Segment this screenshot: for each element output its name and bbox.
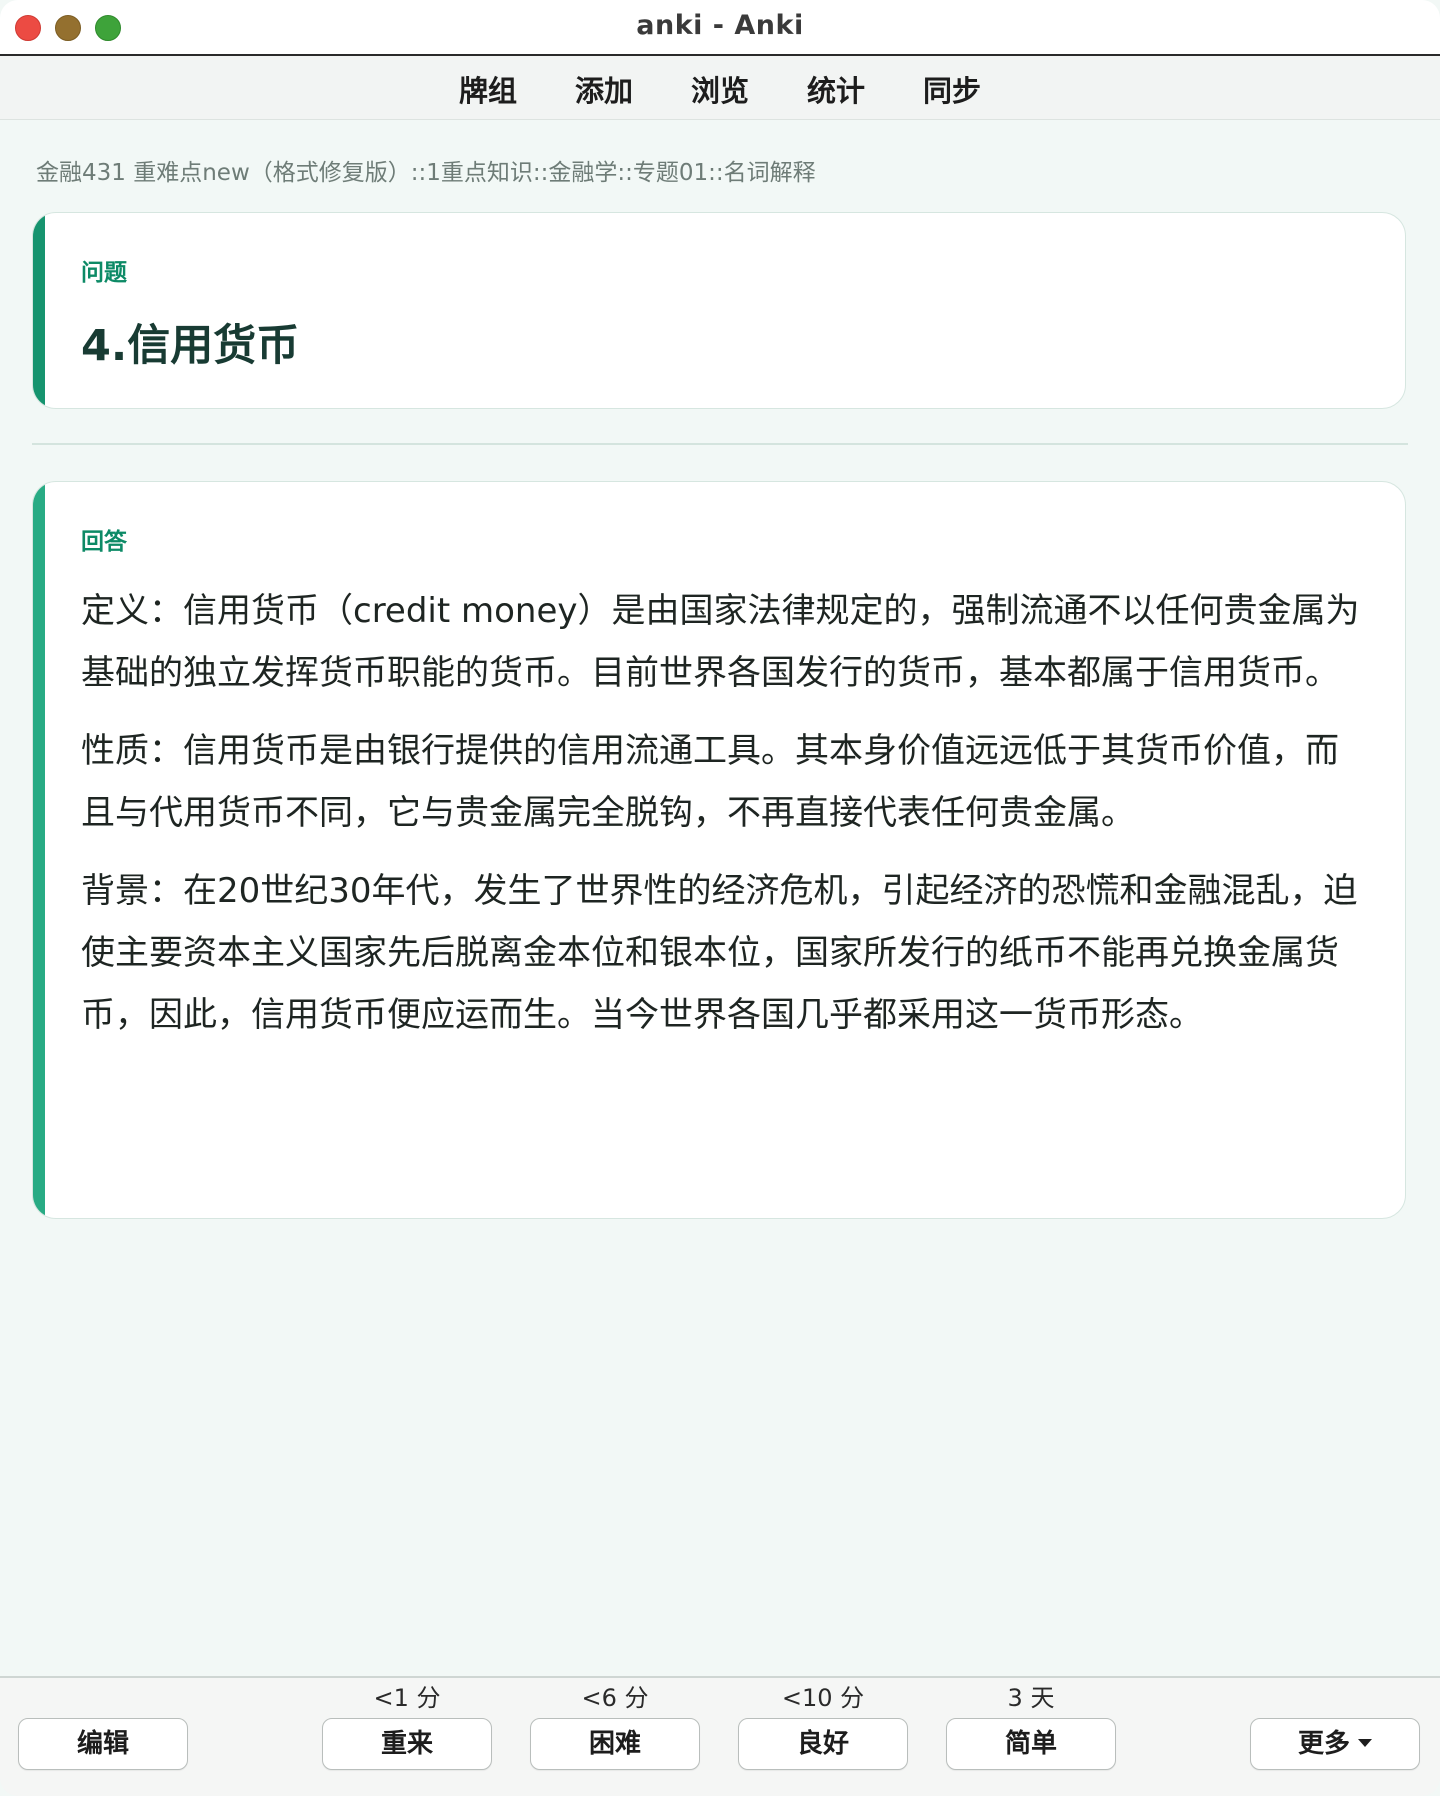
menu-item-add[interactable]: 添加 <box>575 68 633 110</box>
question-text: 4.信用货币 <box>81 321 300 371</box>
edit-button[interactable]: 编辑 <box>18 1718 188 1770</box>
answer-paragraph-background: 背景：在20世纪30年代，发生了世界性的经济危机，引起经济的恐慌和金融混乱，迫使… <box>81 871 1358 1035</box>
more-label: 更多 <box>1297 1729 1350 1759</box>
menu-item-stats[interactable]: 统计 <box>807 68 865 110</box>
hard-interval: <6 分 <box>581 1684 649 1712</box>
title-bar: anki - Anki <box>0 0 1440 56</box>
anki-window: anki - Anki 牌组 添加 浏览 统计 同步 金融431 重难点new（… <box>0 0 1440 1796</box>
chevron-down-icon <box>1358 1738 1372 1747</box>
question-answer-divider <box>32 443 1408 445</box>
window-title: anki - Anki <box>636 10 804 41</box>
top-menu-items: 牌组 添加 浏览 统计 同步 <box>0 68 1440 110</box>
top-menu-bar: 牌组 添加 浏览 统计 同步 <box>0 56 1440 120</box>
question-label: 问题 <box>81 260 127 286</box>
menu-item-browse[interactable]: 浏览 <box>691 68 749 110</box>
more-button[interactable]: 更多 <box>1250 1718 1420 1770</box>
good-interval: <10 分 <box>781 1684 865 1712</box>
again-interval: <1 分 <box>373 1684 441 1712</box>
answer-paragraph-definition: 定义：信用货币（credit money）是由国家法律规定的，强制流通不以任何贵… <box>81 591 1360 693</box>
easy-button[interactable]: 简单 <box>946 1718 1116 1770</box>
again-button[interactable]: 重来 <box>322 1718 492 1770</box>
answer-paragraph-nature: 性质：信用货币是由银行提供的信用流通工具。其本身价值远远低于其货币价值，而且与代… <box>81 731 1339 833</box>
menu-item-sync[interactable]: 同步 <box>923 68 981 110</box>
hard-button[interactable]: 困难 <box>530 1718 700 1770</box>
answer-card: 回答 定义：信用货币（credit money）是由国家法律规定的，强制流通不以… <box>32 481 1406 1219</box>
question-card: 问题 4.信用货币 <box>32 212 1406 409</box>
answer-label: 回答 <box>81 529 127 555</box>
review-bottom-bar: 编辑 <1 分 重来 <6 分 困难 <10 分 良好 3 天 简单 更多 <box>0 1676 1440 1796</box>
deck-breadcrumb: 金融431 重难点new（格式修复版）::1重点知识::金融学::专题01::名… <box>36 160 816 186</box>
answer-body: 定义：信用货币（credit money）是由国家法律规定的，强制流通不以任何贵… <box>81 580 1371 1062</box>
good-button[interactable]: 良好 <box>738 1718 908 1770</box>
easy-interval: 3 天 <box>1007 1684 1055 1712</box>
menu-item-decks[interactable]: 牌组 <box>459 68 517 110</box>
